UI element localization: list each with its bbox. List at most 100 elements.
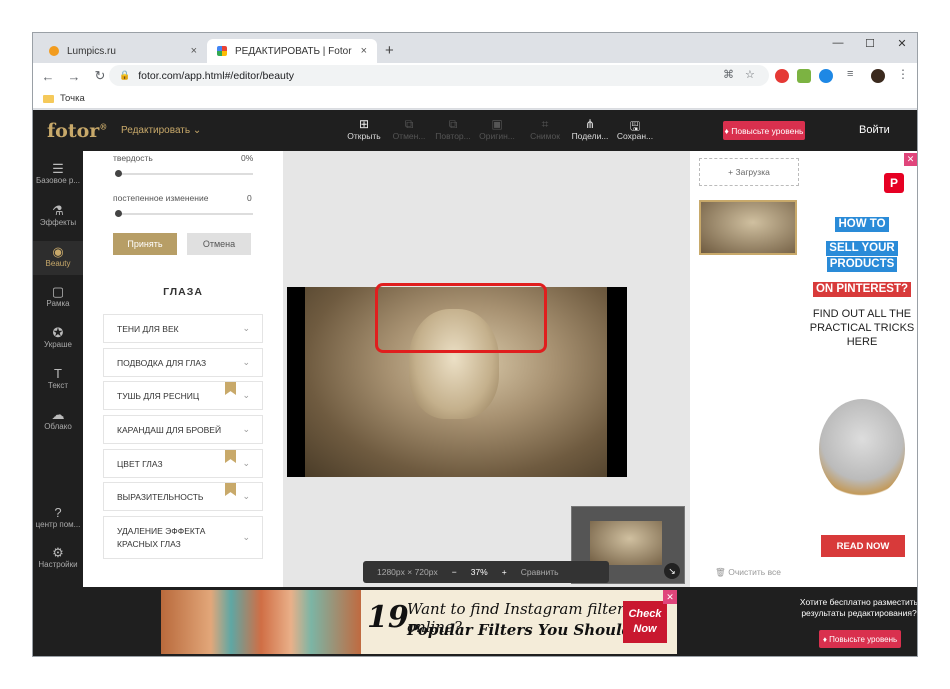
rail-item-cloud[interactable]: ☁ Облако <box>33 407 83 431</box>
check-now-button[interactable]: Check Now <box>623 601 667 643</box>
apply-button[interactable]: Принять <box>113 233 177 255</box>
snapshot-icon: ⌗ <box>541 117 549 131</box>
maximize-button[interactable]: ☐ <box>855 37 885 50</box>
toolbar-save-button[interactable]: 🖫 Сохран... <box>615 117 655 141</box>
read-now-button[interactable]: READ NOW <box>821 535 905 557</box>
diamond-icon: ♦ <box>822 634 827 644</box>
ad-headline-text: PRODUCTS <box>826 257 898 272</box>
tab-title: РЕДАКТИРОВАТЬ | Fotor <box>235 45 352 57</box>
highlight-rectangle <box>375 283 547 353</box>
rail-item-settings[interactable]: ⚙ Настройки <box>33 545 83 569</box>
accordion-red-eye-removal[interactable]: УДАЛЕНИЕ ЭФФЕКТА КРАСНЫХ ГЛАЗ ⌄ <box>103 516 263 559</box>
toolbar-original-button[interactable]: ▣ Оригин... <box>477 117 517 141</box>
toolbar-label: Оригин... <box>479 131 515 141</box>
accordion-label: КАРАНДАШ ДЛЯ БРОВЕЙ <box>117 424 222 435</box>
rail-label: Украше <box>44 340 72 349</box>
toolbar-label: Подели... <box>571 131 609 141</box>
photo-thumbnail[interactable] <box>699 200 797 255</box>
lock-icon: 🔒 <box>119 70 131 80</box>
ad-close-icon[interactable]: ✕ <box>904 153 917 166</box>
extension-vpn-icon[interactable] <box>819 69 833 83</box>
upgrade-button[interactable]: ♦ Повысьте уровень <box>723 121 805 140</box>
tab-close-icon[interactable]: × <box>361 45 367 57</box>
clear-all-label: Очистить все <box>728 567 781 577</box>
tab-close-icon[interactable]: × <box>191 45 197 57</box>
accordion-eyeliner[interactable]: ПОДВОДКА ДЛЯ ГЛАЗ ⌄ <box>103 348 263 377</box>
accordion-expressiveness[interactable]: ВЫРАЗИТЕЛЬНОСТЬ ⌄ <box>103 482 263 511</box>
extension-red-icon[interactable] <box>775 69 789 83</box>
toolbar-snapshot-button[interactable]: ⌗ Снимок <box>525 117 565 141</box>
logo-registered-mark: ® <box>99 121 108 132</box>
tab-lumpics[interactable]: Lumpics.ru × <box>39 39 207 63</box>
collapse-minimap-icon[interactable]: ↘ <box>664 563 680 579</box>
extension-green-icon[interactable] <box>797 69 811 83</box>
premium-bookmark-icon <box>225 450 236 463</box>
bookmark-tochka[interactable]: Точка <box>60 93 85 104</box>
pinterest-logo-icon: P <box>884 173 904 193</box>
profile-avatar[interactable] <box>871 69 885 83</box>
editor-canvas[interactable]: ↘ 1280px × 720px − 37% + Сравнить › <box>283 151 689 587</box>
cancel-button[interactable]: Отмена <box>187 233 251 255</box>
hardness-slider-handle[interactable] <box>115 170 122 177</box>
url-text: fotor.com/app.html#/editor/beauty <box>138 69 295 82</box>
accordion-label: ПОДВОДКА ДЛЯ ГЛАЗ <box>117 357 207 368</box>
ad-close-icon[interactable]: ✕ <box>663 590 677 604</box>
browser-toolbar: ← → ↻ 🔒 fotor.com/app.html#/editor/beaut… <box>33 63 917 89</box>
ad-headline-1: HOW TO <box>805 217 917 232</box>
handbag-image <box>819 399 905 499</box>
rail-label: Рамка <box>46 299 70 308</box>
ad-headline-4: ON PINTEREST? <box>805 282 917 297</box>
accordion-eyebrow-pencil[interactable]: КАРАНДАШ ДЛЯ БРОВЕЙ ⌄ <box>103 415 263 444</box>
upload-button[interactable]: + Загрузка <box>699 158 799 186</box>
rail-item-help[interactable]: ? центр пом... <box>33 505 83 529</box>
fotor-logo[interactable]: fotor® <box>47 120 107 142</box>
gradual-change-slider[interactable] <box>115 213 253 215</box>
clear-all-button[interactable]: 🗑 Очистить все <box>690 567 806 578</box>
accordion-label: ВЫРАЗИТЕЛЬНОСТЬ <box>117 491 204 502</box>
menu-kebab-icon[interactable]: ⋮ <box>897 67 911 81</box>
ad-headline-text: ON PINTEREST? <box>812 282 911 297</box>
gradual-change-slider-handle[interactable] <box>115 210 122 217</box>
upsell-upgrade-button[interactable]: ♦ Повысьте уровень <box>819 630 901 648</box>
left-rail: ☰ Базовое р... ⚗ Эффекты ◉ Beauty ▢ Рамка ✪ У… <box>33 151 83 587</box>
tab-title: Lumpics.ru <box>67 45 116 57</box>
photo-frame[interactable] <box>287 283 627 477</box>
stickers-icon: ✪ <box>52 325 64 340</box>
rail-item-basic[interactable]: ☰ Базовое р... <box>33 161 83 185</box>
forward-icon[interactable]: → <box>63 69 85 84</box>
compare-button[interactable]: Сравнить <box>521 567 559 577</box>
toolbar-share-button[interactable]: ⋔ Подели... <box>570 117 610 141</box>
tab-fotor[interactable]: РЕДАКТИРОВАТЬ | Fotor × <box>207 39 377 63</box>
minimize-button[interactable]: — <box>823 37 853 49</box>
reading-list-icon[interactable]: ≡ <box>847 68 861 82</box>
login-button[interactable]: Войти <box>859 124 890 136</box>
close-window-button[interactable]: ✕ <box>887 37 917 50</box>
accordion-eye-color[interactable]: ЦВЕТ ГЛАЗ ⌄ <box>103 449 263 478</box>
toolbar-redo-button[interactable]: ⧉ Повтор... <box>433 117 473 141</box>
rail-item-frame[interactable]: ▢ Рамка <box>33 284 83 308</box>
effects-icon: ⚗ <box>52 203 64 218</box>
address-bar[interactable]: 🔒 fotor.com/app.html#/editor/beauty ⌘ ☆ <box>109 65 769 86</box>
rail-item-stickers[interactable]: ✪ Украше <box>33 325 83 349</box>
redo-icon: ⧉ <box>448 117 458 131</box>
zoom-in-button[interactable]: + <box>502 567 507 577</box>
rail-item-beauty[interactable]: ◉ Beauty <box>33 241 83 275</box>
toolbar-undo-button[interactable]: ⧉ Отмен... <box>389 117 429 141</box>
rail-item-effects[interactable]: ⚗ Эффекты <box>33 203 83 227</box>
toolbar-open-button[interactable]: ⊞ Открыть <box>344 117 384 141</box>
hardness-slider[interactable] <box>115 173 253 175</box>
translate-icon[interactable]: ⌘ <box>723 68 734 81</box>
new-tab-button[interactable]: + <box>385 42 394 59</box>
accordion-eyeshadow[interactable]: ТЕНИ ДЛЯ ВЕК ⌄ <box>103 314 263 343</box>
save-icon: 🖫 <box>629 119 641 133</box>
accordion-mascara[interactable]: ТУШЬ ДЛЯ РЕСНИЦ ⌄ <box>103 381 263 410</box>
reload-icon[interactable]: ↻ <box>89 68 111 84</box>
back-icon[interactable]: ← <box>37 69 59 84</box>
premium-bookmark-icon <box>225 483 236 496</box>
instagram-filters-ad[interactable]: 19 Want to find Instagram filters online… <box>161 590 677 654</box>
bookmark-star-icon[interactable]: ☆ <box>745 68 755 81</box>
rail-item-text[interactable]: T Текст <box>33 366 83 390</box>
zoom-out-button[interactable]: − <box>452 567 457 577</box>
pinterest-ad[interactable]: ✕ P HOW TO SELL YOUR PRODUCTS ON PINTERE… <box>805 151 917 587</box>
edit-menu[interactable]: Редактировать ⌄ <box>121 125 201 136</box>
